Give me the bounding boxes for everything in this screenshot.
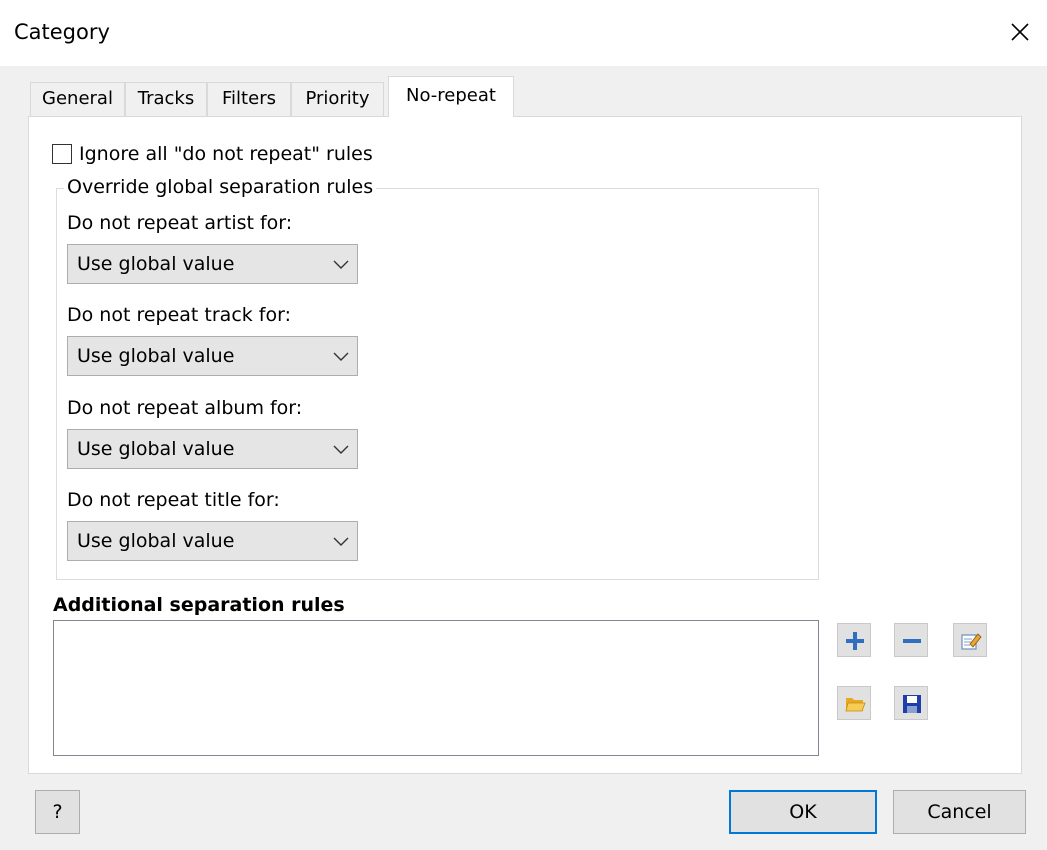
chevron-down-icon [333, 352, 349, 361]
remove-rule-button[interactable] [894, 623, 928, 657]
ignore-rules-checkbox[interactable] [52, 144, 72, 164]
edit-icon [961, 633, 982, 650]
ok-button[interactable]: OK [729, 790, 877, 834]
close-icon[interactable] [1000, 12, 1040, 52]
plus-icon [846, 632, 864, 650]
additional-rules-title: Additional separation rules [53, 594, 345, 616]
artist-label: Do not repeat artist for: [67, 212, 293, 234]
tab-filters[interactable]: Filters [207, 82, 291, 116]
edit-rule-button[interactable] [953, 623, 987, 657]
album-repeat-select[interactable]: Use global value [67, 429, 358, 469]
tab-no-repeat[interactable]: No-repeat [388, 76, 514, 117]
title-repeat-select[interactable]: Use global value [67, 521, 358, 561]
save-rules-button[interactable] [894, 686, 928, 720]
artist-repeat-value: Use global value [77, 253, 235, 275]
track-repeat-select[interactable]: Use global value [67, 336, 358, 376]
title-repeat-value: Use global value [77, 530, 235, 552]
floppy-disk-icon [903, 695, 921, 713]
override-group-legend: Override global separation rules [64, 176, 377, 198]
album-label: Do not repeat album for: [67, 397, 303, 419]
open-rules-button[interactable] [837, 686, 871, 720]
title-label: Do not repeat title for: [67, 489, 280, 511]
folder-open-icon [845, 698, 866, 712]
title-bar: Category [0, 0, 1047, 66]
ignore-rules-label[interactable]: Ignore all "do not repeat" rules [79, 143, 373, 165]
chevron-down-icon [333, 260, 349, 269]
help-button[interactable]: ? [35, 790, 80, 834]
chevron-down-icon [333, 537, 349, 546]
minus-icon [903, 639, 921, 643]
artist-repeat-select[interactable]: Use global value [67, 244, 358, 284]
cancel-button[interactable]: Cancel [893, 790, 1026, 834]
tab-priority[interactable]: Priority [291, 82, 384, 116]
window-title: Category [14, 20, 110, 44]
chevron-down-icon [333, 445, 349, 454]
track-repeat-value: Use global value [77, 345, 235, 367]
tab-general[interactable]: General [30, 82, 125, 116]
track-label: Do not repeat track for: [67, 304, 292, 326]
additional-rules-list[interactable] [53, 620, 819, 756]
tab-tracks[interactable]: Tracks [125, 82, 207, 116]
album-repeat-value: Use global value [77, 438, 235, 460]
add-rule-button[interactable] [837, 623, 871, 657]
